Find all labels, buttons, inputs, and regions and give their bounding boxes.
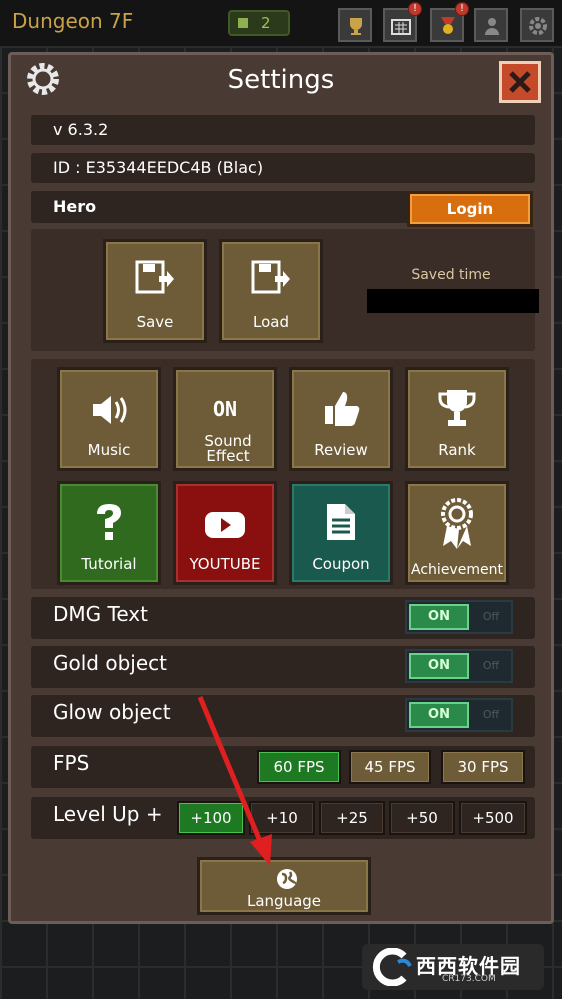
trophy-hud-button[interactable]: [338, 8, 372, 42]
hero-label: Hero: [53, 197, 97, 216]
coupon-button[interactable]: Coupon: [289, 481, 393, 585]
music-button[interactable]: Music: [57, 367, 161, 471]
ribbon-icon: [441, 498, 473, 549]
key-counter: 2: [228, 10, 290, 36]
achievement-button[interactable]: Achievement: [405, 481, 509, 585]
trophy-icon: [438, 390, 476, 426]
watermark-url: CR173.COM: [442, 974, 496, 984]
id-row: ID : E35344EEDC4B (Blac): [31, 153, 535, 183]
review-button[interactable]: Review: [289, 367, 393, 471]
youtube-button[interactable]: YOUTUBE: [173, 481, 277, 585]
on-text-icon: ON: [212, 397, 238, 421]
settings-hud-button[interactable]: [520, 8, 554, 42]
key-count: 2: [261, 14, 271, 32]
version-text: v 6.3.2: [53, 120, 109, 139]
medal-icon: [441, 17, 455, 34]
dialog-title: Settings: [227, 65, 335, 95]
level-up-label: Level Up +: [53, 802, 163, 826]
glow-object-toggle[interactable]: ON Off: [405, 698, 513, 732]
toggle-off-state: Off: [482, 708, 500, 721]
level-up-row: Level Up + +100 +10 +25 +50 +500: [31, 797, 535, 839]
dmg-text-toggle[interactable]: ON Off: [405, 600, 513, 634]
fps-row: FPS 60 FPS 45 FPS 30 FPS: [31, 746, 535, 788]
key-icon: [238, 18, 248, 28]
play-icon: [205, 512, 245, 538]
gold-object-toggle[interactable]: ON Off: [405, 649, 513, 683]
achievement-label: Achievement: [411, 562, 503, 578]
level-up-100-option[interactable]: +100: [177, 801, 245, 835]
fps-label: FPS: [53, 751, 90, 775]
coupon-label: Coupon: [312, 555, 370, 573]
top-hud: Dungeon 7F 2 ! !: [0, 0, 562, 46]
music-label: Music: [87, 441, 131, 459]
tutorial-label: Tutorial: [81, 555, 137, 573]
level-up-10-option[interactable]: +10: [249, 801, 315, 835]
save-load-area: Save Load Saved time: [31, 229, 539, 351]
person-icon: [485, 18, 499, 35]
toggle-off-state: Off: [482, 659, 500, 672]
rank-button[interactable]: Rank: [405, 367, 509, 471]
globe-icon: [277, 869, 297, 889]
speaker-icon: [93, 396, 127, 424]
gold-object-row: Gold object ON Off: [31, 646, 535, 688]
calendar-icon: [391, 19, 411, 35]
level-up-50-option[interactable]: +50: [389, 801, 455, 835]
save-label: Save: [136, 313, 174, 331]
youtube-label: YOUTUBE: [189, 555, 261, 573]
saved-time-label: Saved time: [411, 267, 491, 283]
gear-icon: [529, 17, 547, 35]
gold-object-label: Gold object: [53, 651, 167, 675]
load-label: Load: [253, 313, 289, 331]
load-icon: [251, 260, 290, 294]
sound-effect-label: Sound Effect: [204, 432, 252, 465]
saved-time-value: [367, 289, 539, 313]
fps-45-option[interactable]: 45 FPS: [349, 750, 431, 784]
toggle-off-state: Off: [482, 610, 500, 623]
rank-label: Rank: [438, 441, 476, 459]
glow-object-row: Glow object ON Off: [31, 695, 535, 737]
save-icon: [135, 260, 174, 294]
toggle-on-state: ON: [409, 702, 469, 728]
close-button[interactable]: [499, 61, 541, 103]
sound-effect-button[interactable]: ON Sound Effect: [173, 367, 277, 471]
language-button[interactable]: Language: [197, 857, 371, 915]
toggle-on-state: ON: [409, 653, 469, 679]
dmg-text-row: DMG Text ON Off: [31, 597, 535, 639]
settings-dialog: Settings v 6.3.2 ID : E35344EEDC4B (Blac…: [8, 52, 554, 924]
tutorial-button[interactable]: Tutorial: [57, 481, 161, 585]
save-button[interactable]: Save: [103, 239, 207, 343]
options-grid: Music ON Sound Effect Review Rank Tutori…: [31, 359, 535, 589]
load-button[interactable]: Load: [219, 239, 323, 343]
dungeon-floor-title: Dungeon 7F: [12, 9, 134, 33]
glow-object-label: Glow object: [53, 700, 171, 724]
trophy-icon: [350, 18, 362, 35]
fps-30-option[interactable]: 30 FPS: [441, 750, 525, 784]
profile-hud-button[interactable]: [474, 8, 508, 42]
question-icon: [97, 504, 121, 540]
level-up-500-option[interactable]: +500: [459, 801, 527, 835]
fps-60-option[interactable]: 60 FPS: [257, 750, 341, 784]
review-label: Review: [314, 441, 368, 459]
player-id-text: ID : E35344EEDC4B (Blac): [53, 158, 264, 177]
hero-row: Hero: [31, 191, 411, 223]
close-icon: [509, 71, 531, 93]
language-label: Language: [246, 892, 322, 910]
document-icon: [327, 504, 355, 540]
site-watermark: 西西软件园 CR173.COM: [362, 944, 544, 990]
dmg-text-label: DMG Text: [53, 602, 148, 626]
watermark-logo-icon: [372, 948, 412, 986]
medal-alert-badge: !: [455, 2, 469, 16]
calendar-alert-badge: !: [408, 2, 422, 16]
version-row: v 6.3.2: [31, 115, 535, 145]
login-button[interactable]: Login: [407, 191, 533, 227]
level-up-25-option[interactable]: +25: [319, 801, 385, 835]
thumbs-up-icon: [325, 392, 360, 426]
toggle-on-state: ON: [409, 604, 469, 630]
